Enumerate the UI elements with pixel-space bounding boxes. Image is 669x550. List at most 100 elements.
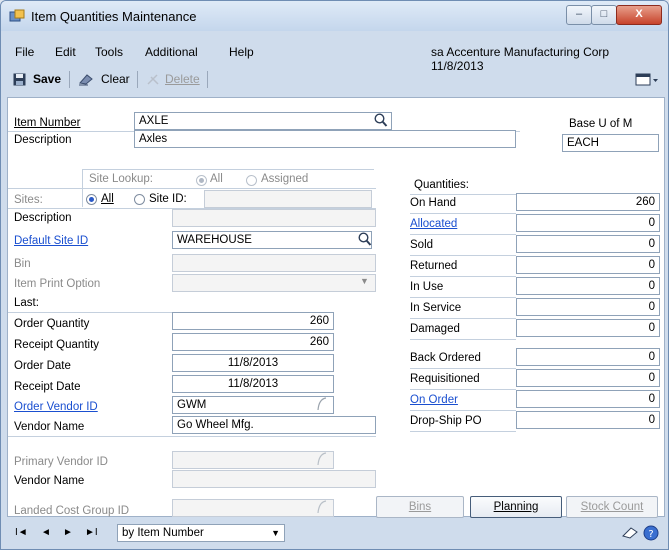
receipt-date-label: Receipt Date: [14, 381, 81, 393]
receipt-quantity-field: 260: [172, 333, 334, 351]
divider: [410, 234, 516, 235]
menu-file[interactable]: File: [15, 45, 34, 59]
delete-icon[interactable]: [146, 73, 160, 86]
quantity-row-label[interactable]: Allocated: [410, 218, 457, 230]
bins-button[interactable]: Bins: [376, 496, 464, 518]
site-lookup-label: Site Lookup:: [89, 173, 153, 185]
menu-help[interactable]: Help: [229, 45, 254, 59]
sites-all-label: All: [101, 193, 114, 205]
quantity-row-value: 260: [516, 193, 660, 211]
expansion-icon[interactable]: [316, 397, 328, 411]
primary-vendor-id-label: Primary Vendor ID: [14, 456, 108, 468]
svg-text:?: ?: [648, 529, 653, 540]
divider: [410, 339, 516, 340]
close-button[interactable]: X: [616, 5, 662, 25]
sites-site-id-radio[interactable]: [134, 194, 145, 205]
sites-label: Sites:: [14, 194, 43, 206]
order-date-label: Order Date: [14, 360, 71, 372]
sites-site-id-label: Site ID:: [149, 193, 187, 205]
sites-all-radio[interactable]: [86, 194, 97, 205]
divider: [410, 255, 516, 256]
order-vendor-id-link[interactable]: Order Vendor ID: [14, 401, 98, 413]
item-number-field[interactable]: AXLE: [134, 112, 392, 130]
divider: [410, 368, 516, 369]
quantity-row-value: 0: [516, 214, 660, 232]
divider: [82, 169, 374, 170]
quantity-row-value: 0: [516, 390, 660, 408]
window-title: Item Quantities Maintenance: [31, 9, 197, 24]
minimize-button[interactable]: –: [566, 5, 592, 25]
sort-order-select[interactable]: by Item Number ▼: [117, 524, 285, 542]
item-number-label[interactable]: Item Number: [14, 117, 80, 129]
site-description-field: [172, 209, 376, 227]
divider: [410, 318, 516, 319]
menu-edit[interactable]: Edit: [55, 45, 76, 59]
divider: [8, 436, 376, 437]
dropdown-arrow-icon: ▼: [360, 276, 369, 286]
order-date-field: 11/8/2013: [172, 354, 334, 372]
site-description-label: Description: [14, 212, 72, 224]
expansion-icon[interactable]: [316, 500, 328, 514]
quantity-row-value: 0: [516, 369, 660, 387]
site-lookup-all-radio[interactable]: [196, 175, 207, 186]
menu-bar: File Edit Tools Additional Help sa Accen…: [7, 41, 663, 73]
maximize-button[interactable]: □: [591, 5, 617, 25]
next-record-button[interactable]: ►: [63, 527, 73, 538]
quantity-row-value: 0: [516, 277, 660, 295]
receipt-quantity-label: Receipt Quantity: [14, 339, 100, 351]
window: Item Quantities Maintenance – □ X File E…: [0, 0, 669, 550]
quantity-row-label: Requisitioned: [410, 373, 480, 385]
item-print-option-label: Item Print Option: [14, 278, 101, 290]
item-print-option-select[interactable]: [172, 274, 376, 292]
title-bar: Item Quantities Maintenance – □ X: [1, 1, 668, 31]
site-lookup-assigned-radio[interactable]: [246, 175, 257, 186]
item-description-field[interactable]: Axles: [134, 130, 516, 148]
lookup-icon[interactable]: [358, 232, 372, 247]
toolbar-separator: [69, 71, 70, 88]
quantity-row-value: 0: [516, 319, 660, 337]
default-site-id-link[interactable]: Default Site ID: [14, 235, 88, 247]
quantity-row-value: 0: [516, 235, 660, 253]
expansion-icon[interactable]: [316, 452, 328, 466]
last-header: Last:: [14, 297, 39, 309]
toolbar-separator: [207, 71, 208, 88]
window-options-icon[interactable]: [635, 73, 659, 87]
order-vendor-id-field: GWM: [172, 396, 334, 414]
quantity-row-value: 0: [516, 348, 660, 366]
primary-vendor-id-field: [172, 451, 334, 469]
quantity-row-label: Damaged: [410, 323, 460, 335]
lookup-icon[interactable]: [374, 113, 388, 128]
quantities-header: Quantities:: [414, 179, 469, 191]
quantity-row-label: Sold: [410, 239, 434, 251]
order-quantity-field: 260: [172, 312, 334, 330]
menu-additional[interactable]: Additional: [145, 45, 198, 59]
quantity-row-value: 0: [516, 298, 660, 316]
delete-button[interactable]: Delete: [165, 72, 200, 86]
default-site-id-field[interactable]: WAREHOUSE: [172, 231, 372, 249]
first-record-button[interactable]: I◄: [15, 527, 28, 538]
order-quantity-label: Order Quantity: [14, 318, 90, 330]
app-icon: [9, 9, 25, 22]
save-button[interactable]: Save: [33, 72, 61, 86]
last-record-button[interactable]: ►I: [85, 527, 98, 538]
save-icon[interactable]: [13, 73, 26, 86]
site-lookup-all-label: All: [210, 173, 223, 185]
bin-label: Bin: [14, 258, 31, 270]
previous-record-button[interactable]: ◄: [41, 527, 51, 538]
help-icon[interactable]: ?: [643, 525, 659, 541]
eraser-icon[interactable]: [78, 72, 94, 86]
site-id-range-field[interactable]: [204, 190, 372, 208]
note-icon[interactable]: [621, 526, 639, 540]
toolbar: Save Clear Delete: [7, 68, 663, 92]
planning-button[interactable]: Planning: [470, 496, 562, 518]
divider: [410, 297, 516, 298]
clear-button[interactable]: Clear: [101, 72, 130, 86]
divider: [410, 410, 516, 411]
stock-count-button[interactable]: Stock Count: [566, 496, 658, 518]
receipt-date-field: 11/8/2013: [172, 375, 334, 393]
menu-tools[interactable]: Tools: [95, 45, 123, 59]
quantity-row-label: On Hand: [410, 197, 457, 209]
bin-field: [172, 254, 376, 272]
quantity-row-label[interactable]: On Order: [410, 394, 458, 406]
quantity-row-label: Drop-Ship PO: [410, 415, 482, 427]
